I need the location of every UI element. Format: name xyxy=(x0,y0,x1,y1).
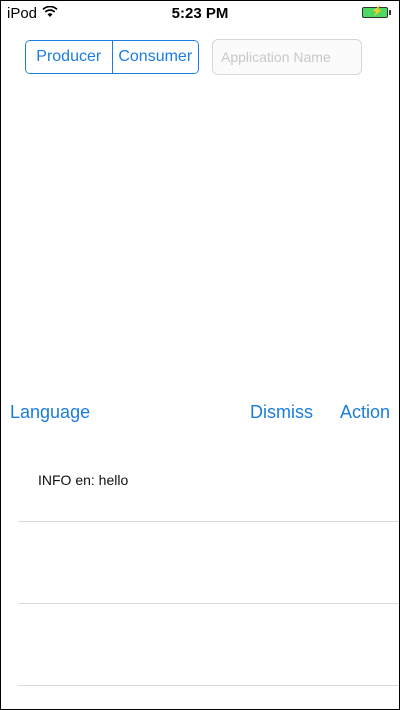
dismiss-button[interactable]: Dismiss xyxy=(250,402,313,423)
segment-consumer[interactable]: Consumer xyxy=(111,41,198,73)
battery-body: ⚡ xyxy=(362,6,388,18)
log-entry-text: INFO en: hello xyxy=(38,472,129,488)
battery-charging-icon: ⚡ xyxy=(362,6,391,18)
status-bar: iPod 5:23 PM ⚡ xyxy=(1,1,399,27)
action-button[interactable]: Action xyxy=(340,402,390,423)
log-list: INFO en: hello xyxy=(0,440,399,686)
mode-segmented-control[interactable]: Producer Consumer xyxy=(25,40,199,74)
status-time: 5:23 PM xyxy=(171,5,229,22)
list-item[interactable] xyxy=(18,522,399,604)
charging-bolt-icon: ⚡ xyxy=(371,6,384,17)
list-item[interactable]: INFO en: hello xyxy=(18,440,399,522)
application-name-input[interactable] xyxy=(212,39,362,75)
language-button[interactable]: Language xyxy=(10,402,90,423)
list-item[interactable] xyxy=(18,604,399,686)
segment-producer[interactable]: Producer xyxy=(26,41,112,73)
battery-tip xyxy=(389,10,391,15)
